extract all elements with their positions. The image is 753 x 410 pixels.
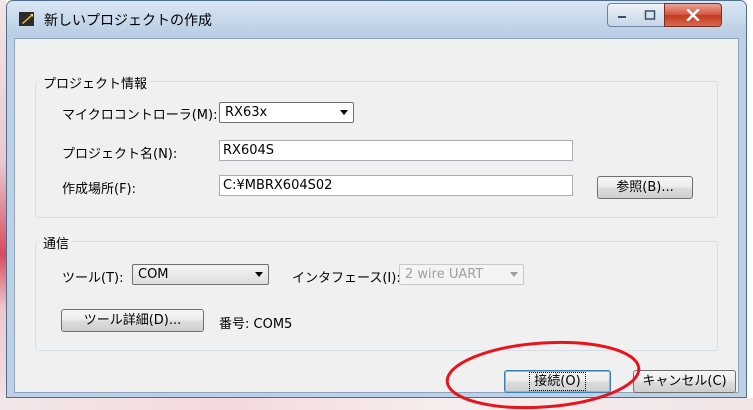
interface-value: 2 wire UART (405, 267, 484, 282)
minimize-button[interactable] (607, 3, 637, 27)
project-name-field[interactable]: RX604S (219, 140, 573, 161)
tool-label: ツール(T): (62, 271, 124, 286)
connect-button-label: 接続(O) (529, 372, 586, 391)
background-bottom-edge (0, 398, 753, 410)
app-icon (19, 12, 34, 26)
project-info-group: プロジェクト情報 マイクロコントローラ(M): RX63x プロジェクト名(N)… (35, 73, 718, 218)
chevron-down-icon (510, 272, 518, 277)
new-project-dialog: 新しいプロジェクトの作成 プロジェクト情報 マイクロコントローラ(M): RX6… (6, 0, 747, 398)
port-number-text: 番号: COM5 (219, 317, 293, 332)
project-name-label: プロジェクト名(N): (62, 147, 178, 162)
connect-button[interactable]: 接続(O) (504, 370, 611, 393)
communication-group: 通信 ツール(T): COM インタフェース(I): 2 wire UART ツ… (35, 233, 718, 351)
minimize-icon (618, 16, 626, 18)
project-name-value: RX604S (223, 143, 275, 158)
microcontroller-value: RX63x (225, 105, 268, 120)
tool-details-button[interactable]: ツール詳細(D)... (61, 309, 204, 332)
browse-button[interactable]: 参照(B)... (597, 176, 693, 199)
window-title: 新しいプロジェクトの作成 (44, 13, 212, 29)
location-field[interactable]: C:¥MBRX604S02 (219, 175, 573, 196)
maximize-button[interactable] (636, 3, 665, 27)
interface-select[interactable]: 2 wire UART (399, 264, 524, 285)
microcontroller-select[interactable]: RX63x (219, 102, 354, 123)
title-bar[interactable]: 新しいプロジェクトの作成 (7, 1, 746, 37)
interface-label: インタフェース(I): (292, 271, 401, 286)
location-label: 作成場所(F): (62, 182, 137, 197)
cancel-button[interactable]: キャンセル(C) (633, 370, 736, 393)
communication-group-label: 通信 (40, 233, 73, 252)
close-icon (686, 9, 700, 21)
tool-select[interactable]: COM (132, 264, 269, 285)
project-info-group-label: プロジェクト情報 (40, 73, 151, 92)
microcontroller-label: マイクロコントローラ(M): (62, 108, 218, 123)
chevron-down-icon (255, 272, 263, 277)
close-button[interactable] (664, 3, 722, 27)
dialog-body: プロジェクト情報 マイクロコントローラ(M): RX63x プロジェクト名(N)… (14, 38, 739, 393)
tool-value: COM (138, 267, 169, 282)
chevron-down-icon (340, 110, 348, 115)
location-value: C:¥MBRX604S02 (223, 178, 333, 193)
maximize-icon (644, 10, 656, 20)
